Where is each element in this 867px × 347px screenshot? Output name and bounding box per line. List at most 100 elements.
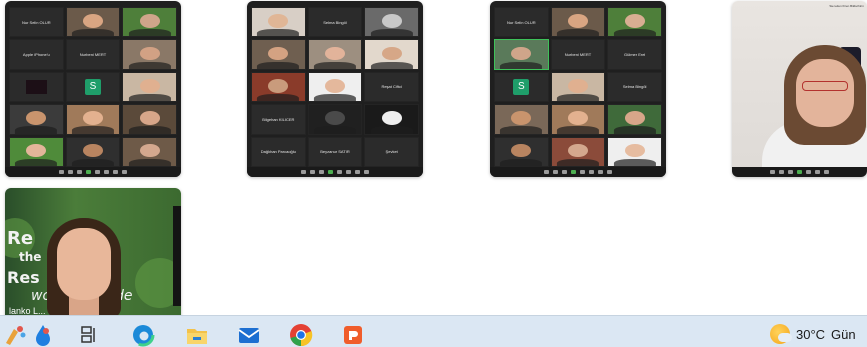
participant-name: Apple iPhone'u: [22, 52, 50, 58]
speaker-face: [796, 59, 854, 127]
participant-name-tile[interactable]: Selma Bingöl: [607, 71, 662, 103]
participant-video-tile[interactable]: [550, 136, 606, 167]
participant-head: [511, 143, 532, 158]
participant-body: [556, 29, 600, 37]
participant-video-tile[interactable]: [122, 71, 177, 103]
participant-video-tile[interactable]: [550, 7, 606, 38]
participant-video-tile[interactable]: [251, 7, 306, 38]
participant-video-tile[interactable]: [9, 136, 64, 167]
participant-name-tile[interactable]: Nurbeni MERT: [550, 39, 606, 70]
desktop: Nur Selin OLUR Apple iPhone'u Nurbeni MERT…: [0, 0, 867, 347]
participant-head: [139, 46, 160, 61]
participant-video-tile[interactable]: [494, 136, 549, 167]
file-explorer-icon[interactable]: [184, 322, 210, 347]
speaker-view-thumbnail-1[interactable]: Sie teilen Ihren Bildschirm: [732, 1, 867, 177]
participant-body: [556, 94, 600, 102]
participant-head: [624, 14, 645, 28]
participant-video-tile[interactable]: [307, 71, 363, 103]
participant-name: Beyzanur SATIR: [320, 149, 350, 155]
participant-body: [313, 126, 357, 134]
participant-name: Nurbeni MERT: [79, 52, 107, 58]
participant-video-tile[interactable]: [65, 104, 121, 135]
participant-video-tile[interactable]: [122, 7, 177, 38]
meeting-toolbar: [5, 167, 181, 177]
participant-body: [15, 158, 58, 166]
participant-head: [624, 111, 645, 126]
speaker-face: [57, 228, 111, 300]
participant-video-tile[interactable]: [607, 104, 662, 135]
participant-video-tile[interactable]: [122, 39, 177, 70]
zoom-gallery-thumbnail-2[interactable]: Selma Bingöl Reşat Ciftci Bilgehan KILICER…: [247, 1, 423, 177]
weather-sun-icon: [770, 324, 792, 344]
participant-name-tile[interactable]: Nur Selin OLUR: [494, 7, 549, 38]
participant-video-tile[interactable]: [65, 7, 121, 38]
weather-widget[interactable]: 30°C Gün: [770, 324, 856, 344]
task-view-icon[interactable]: [76, 322, 102, 347]
participant-video-tile[interactable]: [364, 39, 419, 70]
participant-video-tile[interactable]: [9, 104, 64, 135]
edge-icon[interactable]: [130, 322, 156, 347]
participant-name: Dağlıhan Parcaoğlu: [260, 149, 296, 155]
zoom-gallery-thumbnail-3[interactable]: Nur Selin OLUR Nurbeni MERT Gülmer Erel S Se…: [490, 1, 666, 177]
participant-head: [381, 46, 402, 61]
participant-video-tile[interactable]: [494, 104, 549, 135]
participant-video-tile[interactable]: [364, 104, 419, 135]
participant-head: [381, 14, 402, 28]
participant-name-tile[interactable]: Şevket: [364, 136, 419, 167]
participant-video-tile[interactable]: [607, 7, 662, 38]
participant-name-tile[interactable]: Reşat Ciftci: [364, 71, 419, 103]
participant-head: [567, 79, 588, 93]
participant-head: [567, 111, 588, 126]
participant-video-tile[interactable]: [364, 7, 419, 38]
black-video: [25, 79, 47, 95]
participant-video-tile[interactable]: [550, 71, 606, 103]
participant-head: [139, 79, 160, 93]
avatar-initial: S: [513, 78, 530, 95]
speaker-view-thumbnail-2[interactable]: Re the Res wo de lanko L...: [5, 188, 181, 318]
participant-video-tile[interactable]: [122, 104, 177, 135]
participant-name-tile[interactable]: Selma Bingöl: [307, 7, 363, 38]
wall-text: the: [19, 250, 42, 264]
participant-avatar-tile[interactable]: S: [494, 71, 549, 103]
participant-name-tile[interactable]: Apple iPhone'u: [9, 39, 64, 70]
participant-video-tile[interactable]: [550, 104, 606, 135]
paint-icon[interactable]: [2, 322, 28, 347]
participant-name-tile[interactable]: Dağlıhan Parcaoğlu: [251, 136, 306, 167]
wall-text: Res: [7, 268, 40, 287]
speaker-glasses: [802, 81, 848, 91]
participant-body: [370, 126, 413, 134]
participant-body: [71, 126, 115, 134]
participant-video-tile[interactable]: [607, 136, 662, 167]
side-strip: [173, 206, 181, 306]
participant-video-tile[interactable]: [122, 136, 177, 167]
chrome-icon[interactable]: [288, 322, 314, 347]
zoom-gallery-thumbnail-1[interactable]: Nur Selin OLUR Apple iPhone'u Nurbeni MERT…: [5, 1, 181, 177]
participant-head: [139, 111, 160, 126]
participant-body: [613, 158, 656, 166]
participant-video-tile[interactable]: [494, 39, 549, 70]
participant-avatar-tile[interactable]: S: [65, 71, 121, 103]
participant-name-tile[interactable]: Nur Selin OLUR: [9, 7, 64, 38]
participant-body: [500, 158, 543, 166]
participant-name-tile[interactable]: Nurbeni MERT: [65, 39, 121, 70]
participant-name-tile[interactable]: Gülmer Erel: [607, 39, 662, 70]
water-drop-icon[interactable]: [30, 322, 56, 347]
participant-name-tile[interactable]: Beyzanur SATIR: [307, 136, 363, 167]
mail-icon[interactable]: [236, 322, 262, 347]
participant-camera-off-tile[interactable]: [9, 71, 64, 103]
participant-video-tile[interactable]: [251, 71, 306, 103]
participant-head: [139, 14, 160, 28]
participant-name-tile[interactable]: Bilgehan KILICER: [251, 104, 306, 135]
participant-name: Nurbeni MERT: [564, 52, 592, 58]
participant-body: [313, 61, 357, 69]
participant-body: [71, 158, 115, 166]
participant-body: [128, 94, 171, 102]
participant-grid: Nur Selin OLUR Nurbeni MERT Gülmer Erel S Se…: [494, 7, 662, 167]
office-icon[interactable]: [340, 322, 366, 347]
meeting-toolbar: [732, 167, 867, 177]
participant-name: Şevket: [385, 149, 398, 155]
participant-video-tile[interactable]: [307, 39, 363, 70]
participant-video-tile[interactable]: [307, 104, 363, 135]
participant-video-tile[interactable]: [65, 136, 121, 167]
participant-video-tile[interactable]: [251, 39, 306, 70]
